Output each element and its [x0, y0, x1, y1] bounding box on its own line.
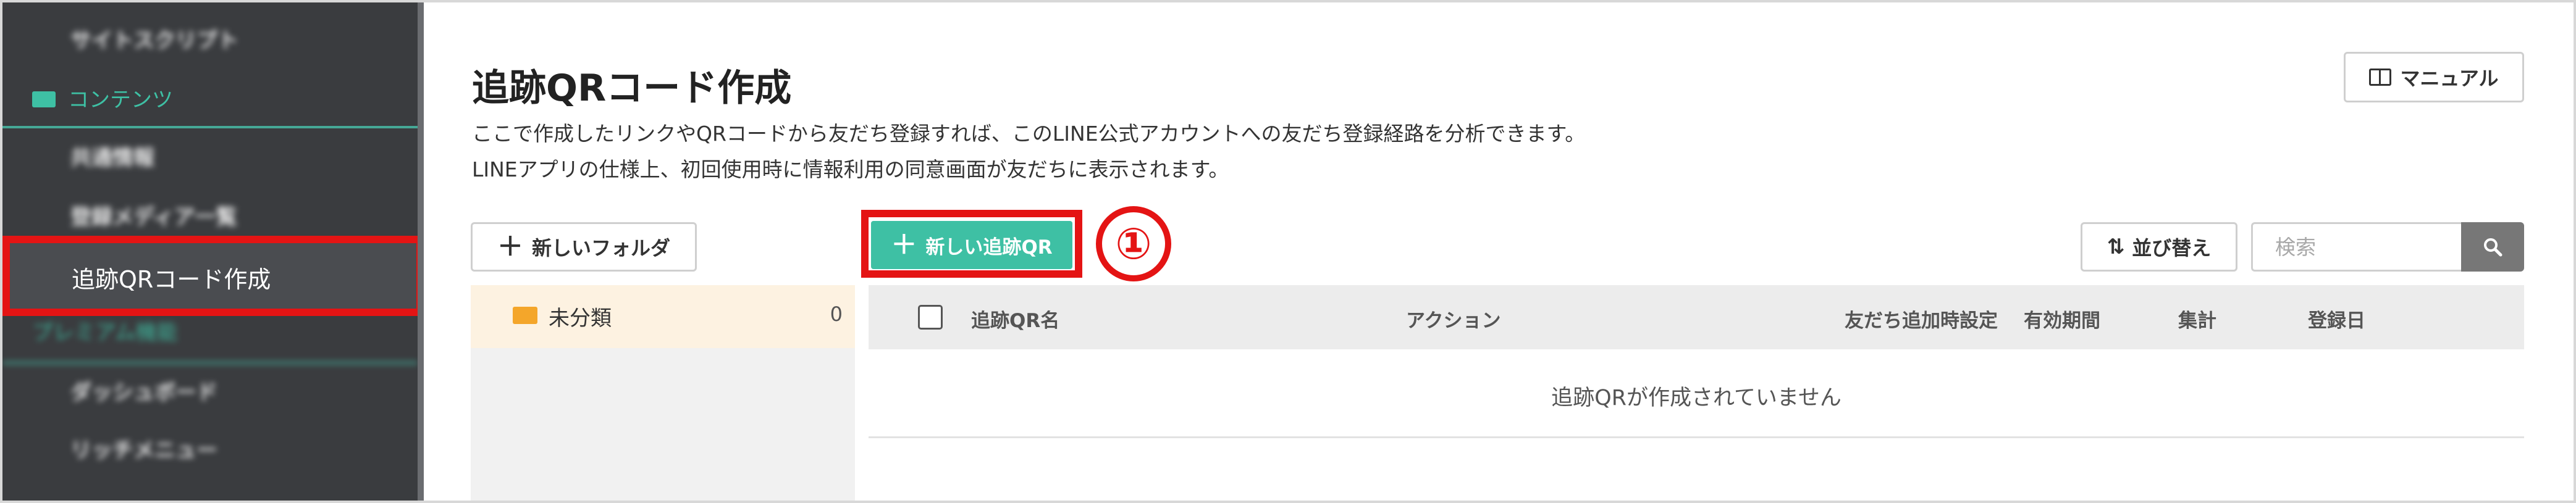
page-title: 追跡QRコード作成 [472, 67, 792, 110]
manual-label: マニュアル [2400, 67, 2499, 90]
search-button[interactable] [2461, 222, 2524, 272]
sidebar-item-label: 追跡QRコード作成 [72, 266, 271, 293]
plus-icon: ＋ [891, 230, 917, 260]
folder-name: 未分類 [549, 306, 612, 331]
new-folder-button[interactable]: ＋ 新しいフォルダ [471, 222, 697, 272]
folder-icon [513, 307, 537, 324]
table-header: 追跡QR名 アクション 友だち追加時設定 有効期間 集計 登録日 [869, 285, 2524, 349]
step-number-badge: ① [1096, 206, 1171, 281]
new-tracking-qr-button[interactable]: ＋ 新しい追跡QR [871, 221, 1072, 269]
sidebar: サイトスクリプト コンテンツ 共通情報 登録メディア一覧 追跡QRコード作成 プ… [2, 2, 424, 501]
sidebar-category-label: コンテンツ [68, 88, 173, 112]
sidebar-divider [2, 126, 418, 128]
page-description: ここで作成したリンクやQRコードから友だち登録すれば、このLINE公式アカウント… [472, 122, 1586, 146]
table-empty-row: 追跡QRが作成されていません [869, 349, 2524, 438]
search-input[interactable] [2251, 222, 2461, 272]
sidebar-scrollbar[interactable] [418, 2, 424, 501]
plus-icon: ＋ [497, 231, 523, 262]
search-icon [2484, 238, 2502, 257]
folder-item[interactable]: 未分類 0 [471, 285, 855, 348]
sidebar-item-dashboard[interactable]: ダッシュボード [70, 374, 217, 411]
sidebar-item-qr-create[interactable]: 追跡QRコード作成 [2, 236, 424, 316]
folder-count: 0 [830, 302, 843, 326]
column-header-stats[interactable]: 集計 [2178, 305, 2216, 333]
page-description-note: LINEアプリの仕様上、初回使用時に情報利用の同意画面が友だちに表示されます。 [472, 157, 1229, 181]
sidebar-item-media-list[interactable]: 登録メディア一覧 [70, 199, 237, 236]
new-folder-label: 新しいフォルダ [532, 236, 671, 260]
column-header-action[interactable]: アクション [1406, 305, 1501, 333]
sidebar-category-premium[interactable]: プレミアム機能 [32, 314, 178, 351]
sidebar-item-site-script[interactable]: サイトスクリプト [70, 22, 238, 59]
sidebar-category-contents[interactable]: コンテンツ [32, 81, 173, 118]
sidebar-divider [2, 362, 418, 364]
sort-label: 並び替え [2132, 236, 2212, 260]
select-all-checkbox[interactable] [918, 305, 943, 330]
new-qr-label: 新しい追跡QR [925, 236, 1053, 259]
empty-message: 追跡QRが作成されていません [1551, 386, 1842, 410]
column-header-date[interactable]: 登録日 [2308, 305, 2365, 333]
folder-icon [32, 91, 56, 107]
column-header-friend-setting[interactable]: 友だち追加時設定 [1845, 305, 1998, 333]
sidebar-item-common-info[interactable]: 共通情報 [70, 139, 154, 177]
sidebar-item-rich-menu[interactable]: リッチメニュー [70, 432, 217, 469]
column-header-qr-name[interactable]: 追跡QR名 [971, 305, 1059, 333]
sort-button[interactable]: ⇅ 並び替え [2081, 222, 2237, 272]
folder-panel: 未分類 0 [471, 285, 855, 501]
manual-button[interactable]: マニュアル [2344, 52, 2524, 102]
app-frame: サイトスクリプト コンテンツ 共通情報 登録メディア一覧 追跡QRコード作成 プ… [0, 0, 2576, 503]
book-icon [2369, 69, 2392, 86]
column-header-validity[interactable]: 有効期間 [2024, 305, 2100, 333]
sort-icon: ⇅ [2107, 235, 2125, 259]
